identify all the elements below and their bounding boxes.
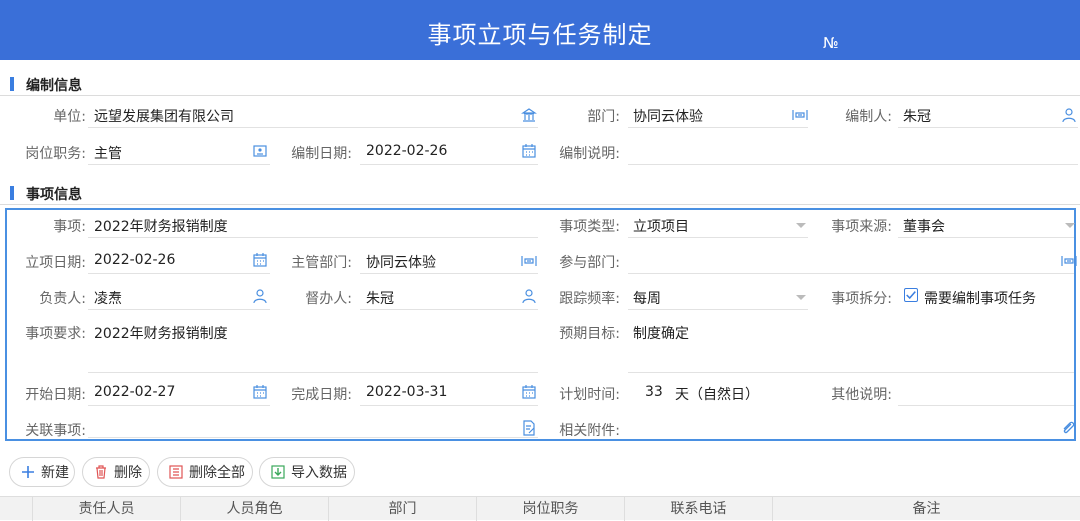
delete-all-button-label: 删除全部: [189, 465, 245, 481]
join-dept-label: 参与部门:: [559, 255, 620, 271]
import-icon: [271, 465, 285, 479]
plan-days-value: 33: [645, 384, 663, 400]
freq-value: 每周: [633, 291, 661, 307]
supervisor-value: 朱冠: [366, 291, 394, 307]
item-name-value: 2022年财务报销制度: [94, 219, 228, 235]
dept-value: 协同云体验: [633, 109, 703, 125]
section-title-compile: 编制信息: [10, 75, 82, 94]
user-icon[interactable]: [521, 288, 537, 304]
supervisor-label: 督办人:: [305, 291, 352, 307]
import-data-button[interactable]: 导入数据: [259, 457, 355, 487]
clear-all-icon: [169, 465, 183, 479]
compile-date-label: 编制日期:: [291, 146, 352, 162]
column-header[interactable]: 联系电话: [624, 497, 772, 521]
item-type-value: 立项项目: [633, 219, 689, 235]
section-divider: [0, 95, 1080, 96]
delete-button-label: 删除: [114, 465, 142, 481]
split-label: 事项拆分:: [831, 291, 892, 307]
chevron-down-icon[interactable]: [793, 217, 809, 233]
unit-value: 远望发展集团有限公司: [94, 109, 234, 125]
user-icon[interactable]: [252, 288, 268, 304]
id-card-icon[interactable]: [252, 143, 268, 159]
owner-value: 凌焘: [94, 291, 122, 307]
goal-label: 预期目标:: [559, 326, 620, 342]
item-source-value: 董事会: [903, 219, 945, 235]
related-item-field[interactable]: [88, 414, 538, 438]
user-icon[interactable]: [1061, 107, 1077, 123]
calendar-icon[interactable]: [521, 384, 537, 400]
author-label: 编制人:: [845, 109, 892, 125]
column-header[interactable]: 岗位职务: [476, 497, 624, 521]
split-checkbox[interactable]: [904, 288, 918, 302]
org-icon[interactable]: [521, 253, 537, 269]
join-dept-field[interactable]: [628, 246, 1074, 274]
plus-icon: [22, 466, 34, 478]
compile-note-field[interactable]: [628, 137, 1078, 165]
post-value: 主管: [94, 146, 122, 162]
compile-date-value: 2022-02-26: [366, 143, 448, 159]
check-icon: [906, 291, 916, 300]
document-edit-icon[interactable]: [521, 420, 537, 436]
section-title-item: 事项信息: [10, 184, 82, 203]
main-dept-value: 协同云体验: [366, 255, 436, 271]
compile-note-label: 编制说明:: [559, 146, 620, 162]
owner-label: 负责人:: [39, 291, 86, 307]
goal-field[interactable]: [628, 317, 1074, 373]
split-value: 需要编制事项任务: [924, 291, 1036, 307]
column-header[interactable]: 人员角色: [180, 497, 328, 521]
dept-label: 部门:: [587, 109, 620, 125]
plan-days-unit: 天（自然日）: [675, 387, 759, 403]
new-button[interactable]: 新建: [9, 457, 75, 487]
section-divider: [0, 204, 1080, 205]
calendar-icon[interactable]: [252, 252, 268, 268]
chevron-down-icon[interactable]: [793, 289, 809, 305]
item-name-label: 事项:: [53, 219, 86, 235]
paperclip-icon[interactable]: [1060, 420, 1076, 436]
table-header: 责任人员 人员角色 部门 岗位职务 联系电话 备注: [0, 496, 1080, 521]
other-note-label: 其他说明:: [831, 387, 892, 403]
trash-icon: [96, 465, 106, 479]
unit-label: 单位:: [53, 109, 86, 125]
calendar-icon[interactable]: [521, 143, 537, 159]
setup-date-value: 2022-02-26: [94, 252, 176, 268]
related-item-label: 关联事项:: [25, 423, 86, 439]
delete-all-button[interactable]: 删除全部: [157, 457, 253, 487]
page-title: 事项立项与任务制定: [427, 21, 653, 49]
other-note-field[interactable]: [898, 378, 1074, 406]
item-type-label: 事项类型:: [559, 219, 620, 235]
requirement-value: 2022年财务报销制度: [94, 326, 228, 342]
chevron-down-icon[interactable]: [1062, 217, 1078, 233]
plan-time-label: 计划时间:: [559, 387, 620, 403]
calendar-icon[interactable]: [252, 384, 268, 400]
freq-label: 跟踪频率:: [559, 291, 620, 307]
org-icon[interactable]: [1061, 253, 1077, 269]
setup-date-label: 立项日期:: [25, 255, 86, 271]
column-header[interactable]: 责任人员: [32, 497, 180, 521]
column-header[interactable]: 部门: [328, 497, 476, 521]
column-header[interactable]: 备注: [772, 497, 1080, 521]
building-icon[interactable]: [521, 107, 537, 123]
main-dept-label: 主管部门:: [291, 255, 352, 271]
start-date-value: 2022-02-27: [94, 384, 176, 400]
end-date-label: 完成日期:: [291, 387, 352, 403]
start-date-label: 开始日期:: [25, 387, 86, 403]
attachment-label: 相关附件:: [559, 423, 620, 439]
delete-button[interactable]: 删除: [82, 457, 150, 487]
post-label: 岗位职务:: [25, 146, 86, 162]
author-value: 朱冠: [903, 109, 931, 125]
page-header: 事项立项与任务制定 №: [0, 0, 1080, 60]
org-icon[interactable]: [792, 107, 808, 123]
end-date-value: 2022-03-31: [366, 384, 448, 400]
number-label: №: [823, 34, 839, 52]
goal-value: 制度确定: [633, 326, 689, 342]
requirement-label: 事项要求:: [25, 326, 86, 342]
item-source-label: 事项来源:: [831, 219, 892, 235]
new-button-label: 新建: [41, 465, 69, 481]
import-data-button-label: 导入数据: [291, 465, 347, 481]
